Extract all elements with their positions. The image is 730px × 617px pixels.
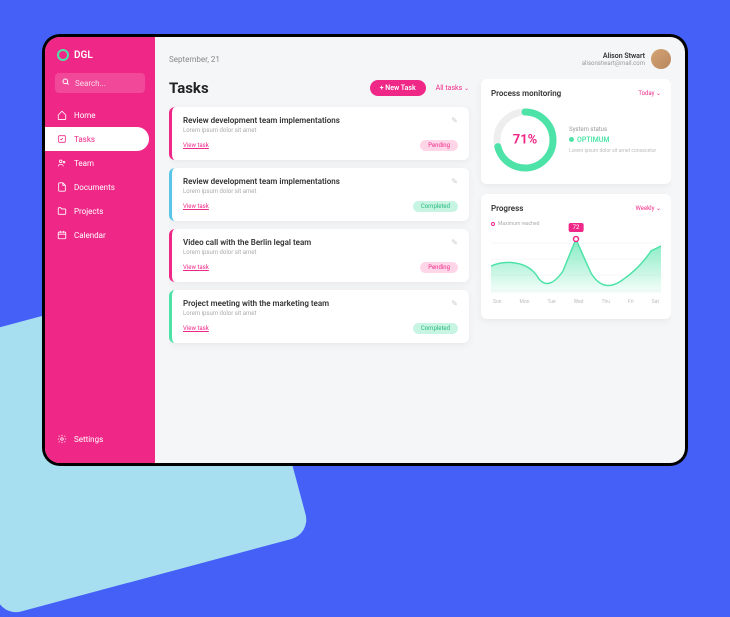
chevron-down-icon: ⌄: [656, 90, 661, 97]
task-title: Project meeting with the marketing team: [183, 299, 458, 308]
sidebar-item-home[interactable]: Home: [45, 103, 155, 127]
panel-title: Process monitoring: [491, 89, 561, 98]
tasks-filter[interactable]: All tasks ⌄: [436, 84, 469, 92]
progress-ring: 71%: [491, 106, 559, 174]
search-input[interactable]: [75, 79, 135, 88]
sidebar-item-projects[interactable]: Projects: [45, 199, 155, 223]
status-dot-icon: [569, 137, 574, 142]
side-column: Process monitoring Today ⌄ 71% System st…: [481, 79, 671, 451]
app-screen: DGL Home Tasks Team Documents Projects C…: [45, 37, 685, 463]
process-filter[interactable]: Today ⌄: [638, 90, 661, 97]
sidebar-item-label: Documents: [74, 183, 115, 192]
sidebar-item-label: Home: [74, 111, 96, 120]
page-title: Tasks: [169, 79, 370, 97]
view-task-link[interactable]: View task: [183, 142, 209, 149]
main-content: September, 21 Alison Stwart alisonstwart…: [155, 37, 685, 463]
search-icon: [62, 78, 70, 88]
new-task-button[interactable]: + New Task: [370, 80, 426, 96]
sidebar-item-team[interactable]: Team: [45, 151, 155, 175]
progress-panel: Progress Weekly ⌄ Maximum reached 72 Sun: [481, 194, 671, 319]
sidebar-item-label: Projects: [74, 207, 103, 216]
chevron-down-icon: ⌄: [656, 205, 661, 212]
tasks-column: Tasks + New Task All tasks ⌄ ✎ Review de…: [169, 79, 469, 451]
progress-chart: 72 Sun Mon Tue Wed Thu Fri: [491, 231, 661, 309]
logo-mark-icon: [57, 49, 69, 61]
sidebar: DGL Home Tasks Team Documents Projects C…: [45, 37, 155, 463]
pencil-icon[interactable]: ✎: [451, 299, 458, 308]
user-menu[interactable]: Alison Stwart alisonstwart@mail.com: [582, 49, 671, 69]
pencil-icon[interactable]: ✎: [451, 116, 458, 125]
logo-text: DGL: [74, 50, 93, 61]
view-task-link[interactable]: View task: [183, 203, 209, 210]
task-card: ✎ Project meeting with the marketing tea…: [169, 290, 469, 343]
chevron-down-icon: ⌄: [464, 85, 469, 92]
checklist-icon: [57, 134, 67, 144]
topbar: September, 21 Alison Stwart alisonstwart…: [169, 49, 671, 69]
sidebar-item-documents[interactable]: Documents: [45, 175, 155, 199]
home-icon: [57, 110, 67, 120]
task-desc: Lorem ipsum dolor sit amet: [183, 310, 458, 317]
panel-title: Progress: [491, 204, 523, 213]
task-title: Video call with the Berlin legal team: [183, 238, 458, 247]
folder-icon: [57, 206, 67, 216]
sidebar-item-label: Settings: [74, 435, 103, 444]
task-desc: Lorem ipsum dolor sit amet: [183, 249, 458, 256]
sidebar-item-label: Team: [74, 159, 94, 168]
user-email: alisonstwart@mail.com: [582, 60, 645, 67]
calendar-icon: [57, 230, 67, 240]
sidebar-item-tasks[interactable]: Tasks: [45, 127, 149, 151]
progress-percent: 71%: [513, 133, 538, 148]
task-desc: Lorem ipsum dolor sit amet: [183, 188, 458, 195]
search-box[interactable]: [55, 73, 145, 93]
task-title: Review development team implementations: [183, 116, 458, 125]
status-badge: Completed: [413, 323, 458, 334]
status-value: OPTIMUM: [569, 136, 661, 144]
chart-x-axis: Sun Mon Tue Wed Thu Fri Sat: [491, 297, 661, 305]
status-desc: Lorem ipsum dolor sit amet consecetur: [569, 148, 661, 155]
avatar[interactable]: [651, 49, 671, 69]
status-badge: Pending: [420, 140, 458, 151]
task-card: ✎ Review development team implementation…: [169, 107, 469, 160]
status-label: System status: [569, 126, 661, 133]
pencil-icon[interactable]: ✎: [451, 238, 458, 247]
current-date: September, 21: [169, 55, 220, 64]
task-card: ✎ Video call with the Berlin legal team …: [169, 229, 469, 282]
status-badge: Completed: [413, 201, 458, 212]
sidebar-item-settings[interactable]: Settings: [45, 427, 155, 451]
task-desc: Lorem ipsum dolor sit amet: [183, 127, 458, 134]
document-icon: [57, 182, 67, 192]
sidebar-item-label: Calendar: [74, 231, 106, 240]
task-card: ✎ Review development team implementation…: [169, 168, 469, 221]
gear-icon: [57, 434, 67, 444]
pencil-icon[interactable]: ✎: [451, 177, 458, 186]
view-task-link[interactable]: View task: [183, 264, 209, 271]
device-frame: DGL Home Tasks Team Documents Projects C…: [42, 34, 688, 466]
sidebar-item-calendar[interactable]: Calendar: [45, 223, 155, 247]
sidebar-item-label: Tasks: [74, 135, 95, 144]
peak-value-badge: 72: [569, 223, 584, 232]
task-title: Review development team implementations: [183, 177, 458, 186]
view-task-link[interactable]: View task: [183, 325, 209, 332]
team-icon: [57, 158, 67, 168]
content-columns: Tasks + New Task All tasks ⌄ ✎ Review de…: [169, 79, 671, 451]
process-panel: Process monitoring Today ⌄ 71% System st…: [481, 79, 671, 184]
progress-filter[interactable]: Weekly ⌄: [636, 205, 661, 212]
app-logo[interactable]: DGL: [45, 49, 155, 73]
status-badge: Pending: [420, 262, 458, 273]
legend-dot-icon: [491, 222, 495, 226]
user-name: Alison Stwart: [582, 52, 645, 60]
